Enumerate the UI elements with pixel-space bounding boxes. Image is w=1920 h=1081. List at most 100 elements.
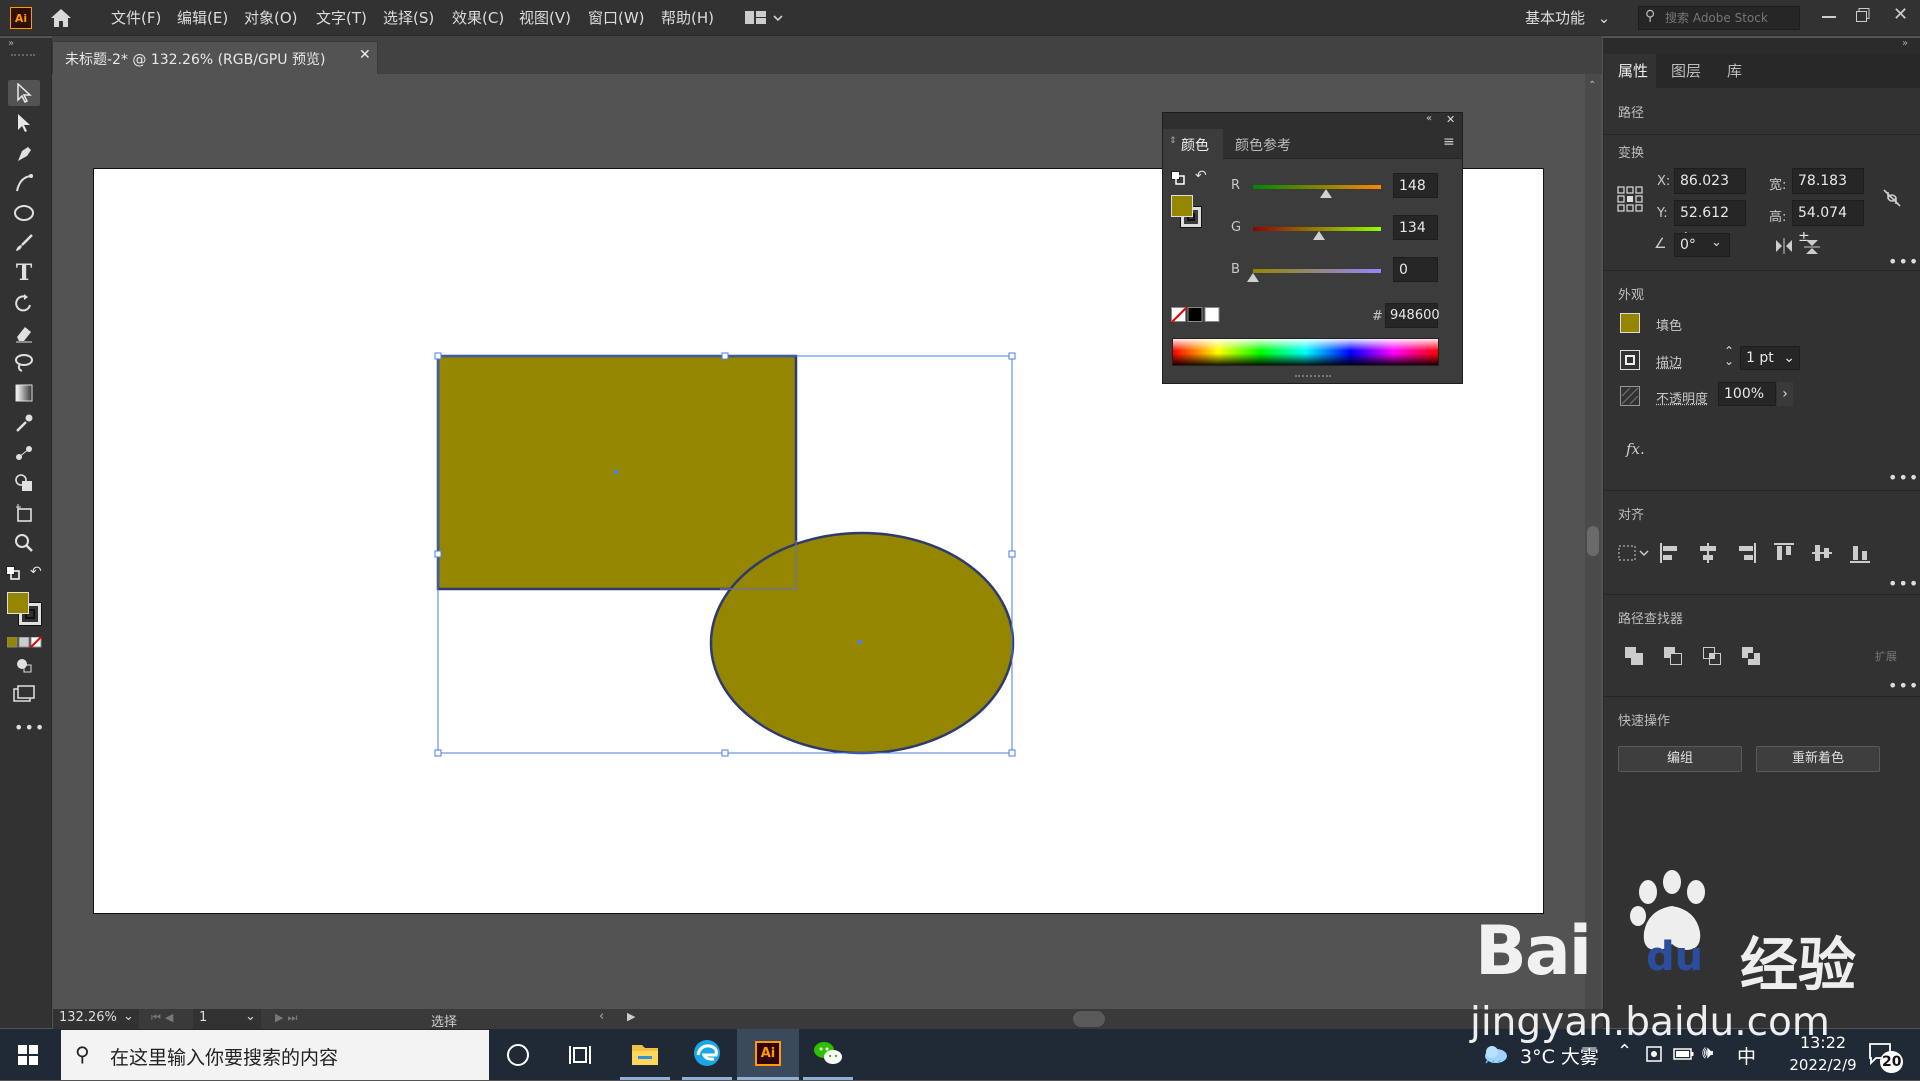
status-menu-icon[interactable]: ▶ <box>627 1010 635 1023</box>
color-panel-titlebar[interactable]: « ✕ <box>1163 113 1462 129</box>
handle-top-left[interactable] <box>435 353 441 359</box>
group-button[interactable]: 编组 <box>1618 746 1742 772</box>
pathfinder-unite-icon[interactable] <box>1624 646 1644 666</box>
align-more-icon[interactable]: ••• <box>1888 574 1919 593</box>
pathfinder-minus-front-icon[interactable] <box>1663 646 1683 666</box>
stroke-weight-field[interactable]: 1 pt ⌄ <box>1740 346 1800 370</box>
handle-bottom-right[interactable] <box>1009 750 1015 756</box>
weather-cloud-icon[interactable] <box>1480 1043 1510 1065</box>
pathfinder-intersect-icon[interactable] <box>1702 646 1722 666</box>
y-field[interactable]: 52.612 ± <box>1674 200 1746 226</box>
g-value-field[interactable]: 134 <box>1393 215 1438 240</box>
task-view-icon[interactable] <box>568 1044 592 1066</box>
task-view-cortana-icon[interactable] <box>507 1044 529 1066</box>
swap-colors-icon[interactable]: ↶ <box>1195 168 1207 184</box>
artboard-navigator[interactable]: 1 ⌄ <box>193 1009 261 1029</box>
color-spectrum[interactable] <box>1172 338 1439 366</box>
panel-menu-icon[interactable]: ≡ <box>1443 134 1455 150</box>
transform-more-icon[interactable]: ••• <box>1888 252 1919 271</box>
handle-top-middle[interactable] <box>722 353 728 359</box>
file-explorer-taskbar-icon[interactable] <box>620 1029 670 1080</box>
opacity-field[interactable]: 100% <box>1718 382 1776 406</box>
handle-middle-right[interactable] <box>1009 551 1015 557</box>
volume-tray-icon[interactable]: 🕪 <box>1702 1042 1713 1063</box>
page-dropdown-icon[interactable]: ⌄ <box>245 1009 256 1024</box>
windows-start-icon[interactable] <box>18 1045 38 1065</box>
next-last-artboard-icon[interactable]: ▶⏭ <box>275 1011 301 1025</box>
taskbar-search-box[interactable]: ⚲ 在这里输入你要搜索的内容 <box>61 1030 489 1080</box>
handle-middle-left[interactable] <box>435 551 441 557</box>
illustrator-taskbar-button[interactable]: Ai <box>737 1029 799 1080</box>
opacity-label[interactable]: 不透明度 <box>1656 388 1708 407</box>
r-value-field[interactable]: 148 <box>1393 173 1438 198</box>
recolor-button[interactable]: 重新着色 <box>1756 746 1880 772</box>
b-slider-thumb[interactable] <box>1247 273 1259 282</box>
tab-color-guide[interactable]: 颜色参考 <box>1235 135 1291 155</box>
zoom-dropdown-icon[interactable]: ⌄ <box>123 1009 134 1024</box>
width-field[interactable]: 78.183 ± <box>1792 168 1864 194</box>
panel-expand-icon[interactable]: » <box>1902 38 1908 49</box>
properties-panel: » 属性 图层 库 路径 变换 X: 86.023 ± Y: 52.612 ± … <box>1603 38 1920 1028</box>
constrain-proportions-icon[interactable] <box>1882 188 1902 208</box>
b-value-field[interactable]: 0 <box>1393 257 1438 282</box>
tab-libraries[interactable]: 库 <box>1727 56 1742 86</box>
handle-bottom-middle[interactable] <box>722 750 728 756</box>
g-slider-thumb[interactable] <box>1313 231 1325 240</box>
tab-layers[interactable]: 图层 <box>1671 56 1701 86</box>
quick-color-swatches[interactable] <box>1171 307 1221 323</box>
height-field[interactable]: 54.074 ± <box>1792 200 1864 226</box>
align-left-icon[interactable] <box>1659 542 1681 564</box>
opacity-expand-icon[interactable]: › <box>1777 382 1793 406</box>
tool-status[interactable]: 选择 ▶ <box>323 1009 638 1029</box>
close-panel-icon[interactable]: ✕ <box>1446 113 1455 126</box>
panel-fill-swatch[interactable] <box>1171 195 1193 217</box>
input-method-indicator[interactable]: 中 <box>1737 1042 1756 1069</box>
r-slider[interactable] <box>1253 185 1381 189</box>
flip-horizontal-icon[interactable] <box>1774 238 1794 254</box>
appearance-more-icon[interactable]: ••• <box>1888 468 1919 487</box>
r-slider-thumb[interactable] <box>1320 189 1332 198</box>
align-to-selection-icon[interactable] <box>1618 544 1650 562</box>
edge-browser-taskbar-icon[interactable] <box>682 1029 732 1080</box>
opacity-icon[interactable] <box>1620 386 1640 406</box>
b-slider[interactable] <box>1253 269 1381 273</box>
handle-bottom-left[interactable] <box>435 750 441 756</box>
pathfinder-exclude-icon[interactable] <box>1741 646 1761 666</box>
reference-point-icon[interactable] <box>1617 186 1643 212</box>
clock-time[interactable]: 13:22 <box>1785 1033 1861 1052</box>
horizontal-scroll-thumb[interactable] <box>1073 1011 1105 1027</box>
zoom-control[interactable]: 132.26% ⌄ <box>53 1009 139 1029</box>
stroke-dropdown-icon[interactable]: ⌄ <box>1783 347 1795 369</box>
weather-text[interactable]: 3°C 大雾 <box>1520 1042 1599 1069</box>
appearance-fill-swatch[interactable] <box>1620 313 1640 333</box>
tab-properties[interactable]: 属性 <box>1618 56 1648 86</box>
scroll-left-icon[interactable]: ‹ <box>599 1009 604 1024</box>
x-field[interactable]: 86.023 ± <box>1674 168 1746 194</box>
align-vertical-center-icon[interactable] <box>1811 542 1833 564</box>
clock-date[interactable]: 2022/2/9 <box>1779 1056 1867 1074</box>
fill-swatch[interactable] <box>7 592 29 614</box>
align-bottom-icon[interactable] <box>1849 542 1871 564</box>
appearance-stroke-swatch[interactable] <box>1620 350 1640 370</box>
wechat-taskbar-icon[interactable] <box>803 1029 853 1080</box>
align-right-icon[interactable] <box>1735 542 1757 564</box>
align-top-icon[interactable] <box>1773 542 1795 564</box>
handle-top-right[interactable] <box>1009 353 1015 359</box>
first-prev-artboard-icon[interactable]: ⏮◀ <box>151 1011 177 1025</box>
battery-tray-icon[interactable] <box>1673 1046 1695 1062</box>
stroke-label[interactable]: 描边 <box>1656 352 1682 371</box>
stroke-stepper-icon[interactable]: ⌃ ⌄ <box>1724 346 1734 366</box>
angle-dropdown-icon[interactable]: ⌄ <box>1711 235 1722 250</box>
align-horizontal-center-icon[interactable] <box>1697 542 1719 564</box>
effects-button[interactable]: fx. <box>1626 440 1645 458</box>
default-colors-icon[interactable] <box>1171 171 1185 185</box>
security-tray-icon[interactable] <box>1645 1044 1663 1064</box>
hex-value-field[interactable]: 948600 <box>1385 303 1438 328</box>
panel-resize-grip[interactable] <box>1295 375 1331 377</box>
show-hidden-icons-icon[interactable]: ⌃ <box>1617 1041 1632 1062</box>
pathfinder-more-icon[interactable]: ••• <box>1888 676 1919 695</box>
collapse-panel-icon[interactable]: « <box>1426 113 1432 124</box>
expand-button[interactable]: 扩展 <box>1862 647 1910 667</box>
flip-vertical-icon[interactable] <box>1804 238 1820 256</box>
tab-color[interactable]: ⇕ 颜色 <box>1163 129 1223 160</box>
